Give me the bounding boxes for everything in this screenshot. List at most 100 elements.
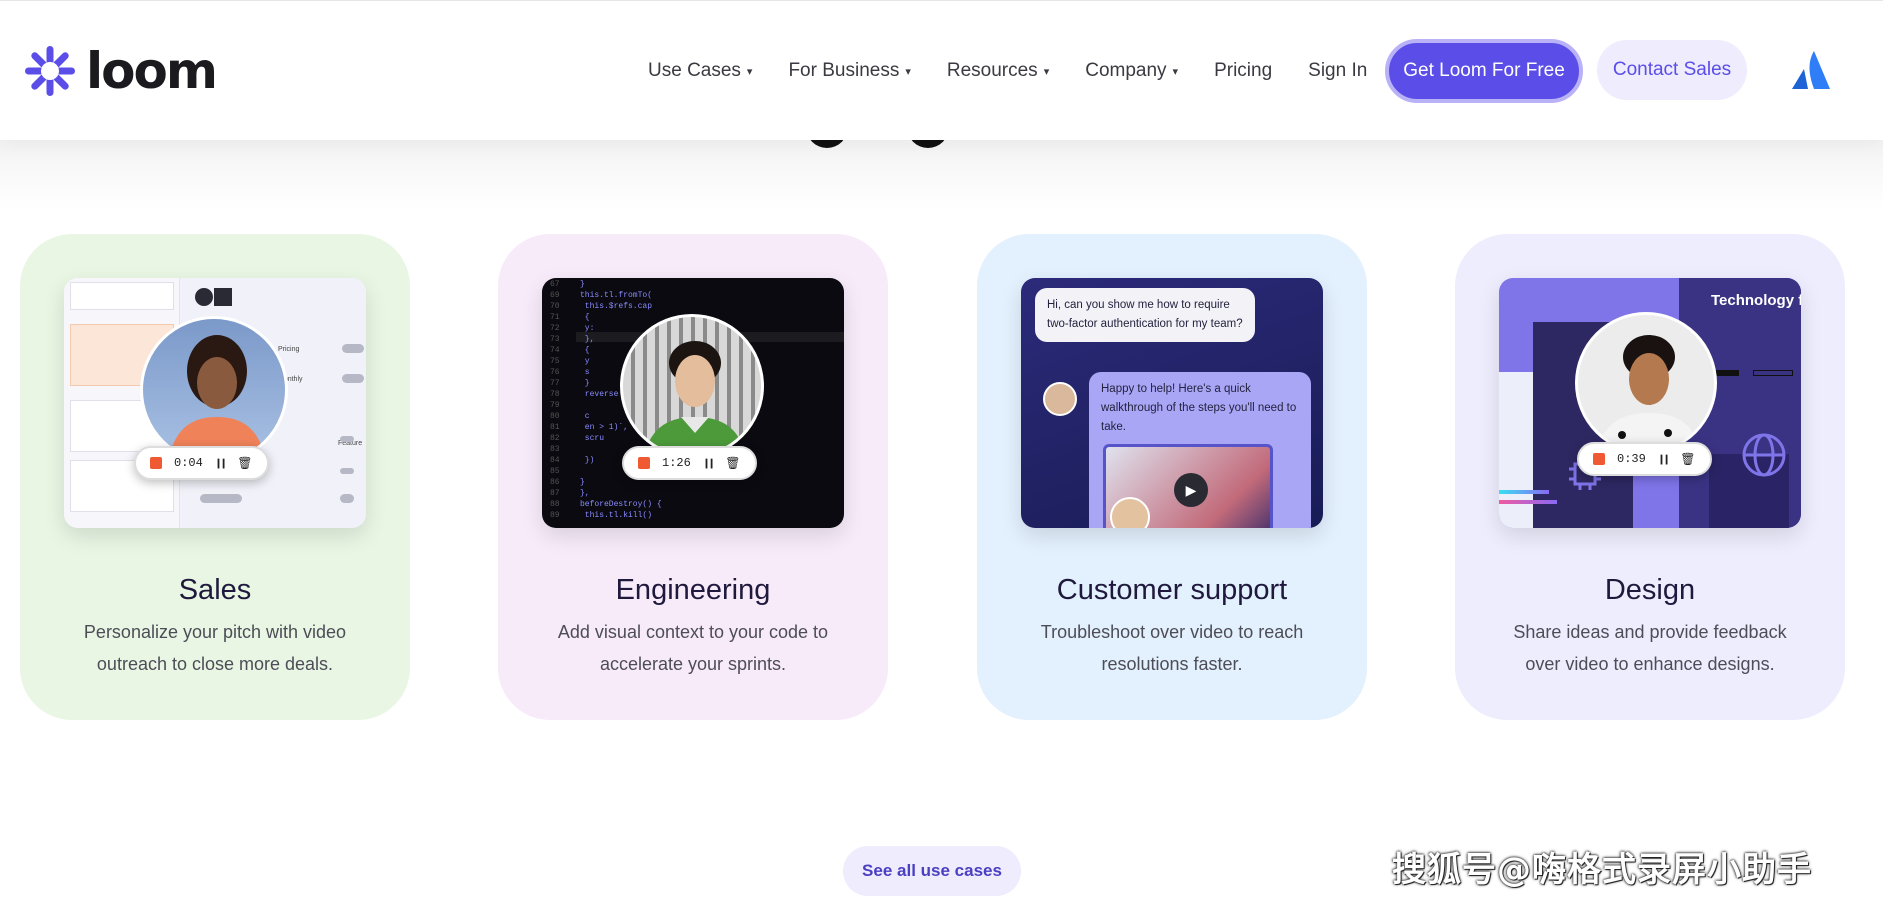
line-number: 86 <box>550 478 560 487</box>
code-line: 82 scru <box>550 434 604 443</box>
card-title: Engineering <box>615 574 771 606</box>
pause-icon[interactable]: ❙❙ <box>1658 452 1671 467</box>
code-line: 75 y <box>550 357 590 366</box>
line-number: 85 <box>550 467 560 476</box>
line-number: 84 <box>550 456 560 465</box>
play-icon[interactable]: ▶ <box>1174 473 1208 507</box>
card-title: Design <box>1604 574 1696 606</box>
code-line: 89 this.tl.kill() <box>550 511 652 520</box>
card-design[interactable]: Technology for Tomorrow 0:39 ❙❙ 🗑 Design… <box>1455 234 1845 720</box>
sales-thumbnail[interactable]: Pricing Monthly Feature 0:04 ❙❙ 🗑 <box>64 278 366 528</box>
line-number: 67 <box>550 280 560 289</box>
code-text: this.tl.kill() <box>580 511 653 520</box>
code-line: 69 this.tl.fromTo( <box>550 291 652 300</box>
code-text: this.$refs.cap <box>580 302 653 311</box>
code-text: } <box>580 280 585 289</box>
code-line: 77 } <box>550 379 590 388</box>
code-text: } <box>580 379 590 388</box>
loom-logo[interactable]: loom <box>24 42 218 100</box>
code-line: 71 { <box>550 313 590 322</box>
card-title: Customer support <box>1056 574 1288 606</box>
stop-icon[interactable] <box>638 457 650 469</box>
card-engineering[interactable]: 67} 69 this.tl.fromTo( 70 this.$refs.cap 71 … <box>498 234 888 720</box>
recording-controls[interactable]: 0:39 ❙❙ 🗑 <box>1577 442 1712 476</box>
trash-icon[interactable]: 🗑 <box>1680 452 1695 467</box>
get-loom-free-button[interactable]: Get Loom For Free <box>1385 39 1583 103</box>
code-text: }, <box>580 489 590 498</box>
globe-icon <box>1742 433 1786 477</box>
caret-down-icon: ▾ <box>746 65 753 78</box>
code-text: }) <box>580 456 595 465</box>
nav-company[interactable]: Company ▾ <box>1085 60 1178 82</box>
customer-support-thumbnail[interactable]: Hi, can you show me how to require two-f… <box>1021 278 1323 528</box>
nav-use-cases[interactable]: Use Cases ▾ <box>648 60 752 82</box>
logo-wordmark: loom <box>86 42 218 100</box>
line-number: 80 <box>550 412 560 421</box>
code-line: 80 c <box>550 412 590 421</box>
code-text: s <box>580 368 590 377</box>
line-number: 71 <box>550 313 560 322</box>
code-text: y <box>580 357 590 366</box>
code-text: beforeDestroy() { <box>580 500 662 509</box>
stop-icon[interactable] <box>150 457 162 469</box>
caret-down-icon: ▾ <box>905 65 911 78</box>
trash-icon[interactable]: 🗑 <box>725 456 740 471</box>
video-preview[interactable]: ▶ <box>1103 444 1273 528</box>
code-text: } <box>580 478 585 487</box>
nav-pricing[interactable]: Pricing <box>1214 60 1272 82</box>
code-line: 81 en > 1)`, <box>550 423 628 432</box>
caret-down-icon: ▾ <box>1043 65 1050 78</box>
code-line: 87}, <box>550 489 590 498</box>
shapes-icon <box>195 288 232 306</box>
code-line: 85 <box>550 467 580 476</box>
agent-avatar <box>1110 497 1150 528</box>
site-header: loom Use Cases ▾ For Business ▾ Resource… <box>0 0 1883 140</box>
see-all-use-cases-button[interactable]: See all use cases <box>843 846 1021 896</box>
line-number: 69 <box>550 291 560 300</box>
nav-resources[interactable]: Resources ▾ <box>947 60 1049 82</box>
stop-icon[interactable] <box>1593 453 1605 465</box>
line-number: 87 <box>550 489 560 498</box>
card-sales[interactable]: Pricing Monthly Feature 0:04 ❙❙ 🗑 Sales … <box>20 234 410 720</box>
atlassian-icon[interactable] <box>1790 49 1832 91</box>
line-number: 74 <box>550 346 560 355</box>
line-number: 89 <box>550 511 560 520</box>
code-text: { <box>580 346 590 355</box>
main-nav: Use Cases ▾ For Business ▾ Resources ▾ C… <box>648 49 1403 93</box>
question-bubble: Hi, can you show me how to require two-f… <box>1035 288 1255 342</box>
engineering-thumbnail[interactable]: 67} 69 this.tl.fromTo( 70 this.$refs.cap 71 … <box>542 278 844 528</box>
card-description: Troubleshoot over video to reach resolut… <box>1040 622 1304 674</box>
trash-icon[interactable]: 🗑 <box>237 456 252 471</box>
code-line: 79 <box>550 401 580 410</box>
hero-bottom-shade <box>0 140 1883 210</box>
card-description: Share ideas and provide feedback over vi… <box>1513 622 1787 674</box>
presenter-avatar <box>620 314 764 458</box>
pause-icon[interactable]: ❙❙ <box>703 456 716 471</box>
code-line: 84 }) <box>550 456 594 465</box>
presenter-avatar <box>140 316 288 464</box>
presenter-avatar <box>1575 312 1717 454</box>
customer-avatar <box>1043 382 1077 416</box>
code-line: 67} <box>550 280 585 289</box>
line-number: 81 <box>550 423 560 432</box>
line-number: 77 <box>550 379 560 388</box>
code-line: 86} <box>550 478 585 487</box>
line-number: 88 <box>550 500 560 509</box>
recording-controls[interactable]: 1:26 ❙❙ 🗑 <box>622 446 757 480</box>
recording-controls[interactable]: 0:04 ❙❙ 🗑 <box>134 446 269 480</box>
line-number: 83 <box>550 445 560 454</box>
pause-icon[interactable]: ❙❙ <box>215 456 228 471</box>
loom-burst-icon <box>25 46 75 96</box>
code-line: 70 this.$refs.cap <box>550 302 652 311</box>
line-number: 82 <box>550 434 560 443</box>
code-text: this.tl.fromTo( <box>580 291 653 300</box>
line-number: 70 <box>550 302 560 311</box>
card-customer-support[interactable]: Hi, can you show me how to require two-f… <box>977 234 1367 720</box>
code-text: scru <box>580 434 605 443</box>
nav-for-business[interactable]: For Business ▾ <box>788 60 910 82</box>
nav-sign-in[interactable]: Sign In <box>1308 60 1367 82</box>
design-thumbnail[interactable]: Technology for Tomorrow 0:39 ❙❙ 🗑 <box>1499 278 1801 528</box>
contact-sales-button[interactable]: Contact Sales <box>1597 40 1747 100</box>
code-line: 88 beforeDestroy() { <box>550 500 662 509</box>
code-line: 74 { <box>550 346 590 355</box>
